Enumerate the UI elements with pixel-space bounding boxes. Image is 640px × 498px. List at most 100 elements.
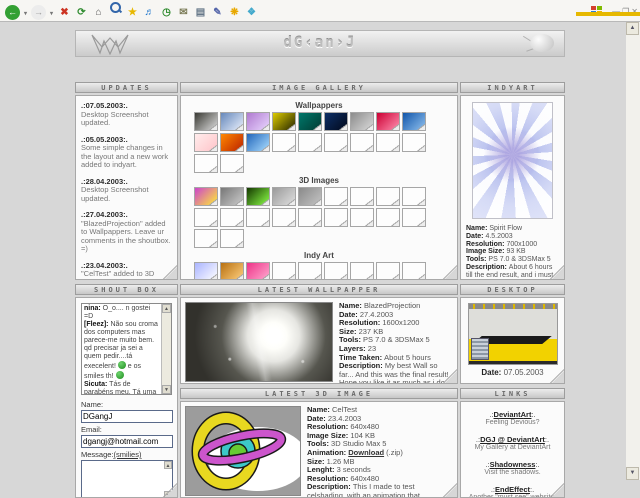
name-input[interactable] [81, 410, 173, 423]
gallery-thumb-empty [376, 262, 400, 279]
field-label: Resolution: [466, 240, 507, 248]
links-panel: LINKS .:DeviantArt:. Feeling Devious? .:DG… [460, 388, 565, 498]
indyart-image[interactable] [472, 102, 553, 219]
update-text: "CelTest" added to 3D Images "CelTest" a… [81, 269, 155, 279]
gallery-thumb[interactable] [246, 187, 270, 206]
link-subtitle: Visit the shadows. [484, 469, 541, 476]
gallery-thumb[interactable] [376, 112, 400, 131]
message-textarea-wrap: ▲ ▼ [81, 460, 173, 497]
shout-scroll-down-icon[interactable]: ▼ [162, 385, 171, 394]
celtest-3d-image[interactable] [185, 406, 301, 496]
update-entry: .:23.04.2003:."CelTest" added to 3D Imag… [81, 261, 172, 279]
media-icon[interactable]: ♬ [142, 5, 157, 20]
gallery-thumb-empty [350, 133, 374, 152]
gallery-thumb-empty [324, 262, 348, 279]
gallery-thumb-empty [194, 154, 218, 173]
stop-icon[interactable]: ✖ [57, 5, 72, 20]
gallery-thumb[interactable] [194, 112, 218, 131]
toolbar-icons: ← ▾ → ▾ ✖ ⟳ ⌂ ★ ♬ ◷ ✉ ▤ ✎ ❋ ❖ [4, 0, 260, 22]
site-header: dG‹an›J [75, 30, 565, 57]
gallery-thumb-empty [376, 187, 400, 206]
gallery-thumb-empty [350, 262, 374, 279]
gallery-thumb[interactable] [220, 262, 244, 279]
gallery-thumb[interactable] [194, 262, 218, 279]
scroll-up-button[interactable]: ▲ [626, 22, 639, 35]
shout-scroll-up-icon[interactable]: ▲ [162, 304, 171, 313]
link-item: .:DGJ @ DeviantArt:. My Gallery at Devian… [463, 435, 562, 451]
link-title: .:EndEffect:. [490, 485, 535, 494]
gallery-thumb[interactable] [194, 187, 218, 206]
shout-messages-box[interactable]: nina: O_o.... n gostei =D [Fleez]: Não so… [81, 303, 172, 395]
email-label: Email: [81, 425, 102, 434]
link-anchor[interactable]: DGJ @ DeviantArt [480, 435, 545, 444]
gallery-thumb[interactable] [220, 187, 244, 206]
forward-dropdown-icon[interactable]: ▾ [48, 7, 55, 22]
shout-form: Name: Email: Message:(smilies) ▲ ▼ post [76, 400, 177, 497]
gallery-thumb[interactable] [272, 187, 296, 206]
textarea-scroll-up-icon[interactable]: ▲ [164, 461, 172, 469]
field-label: Description: [339, 361, 385, 371]
vertical-scrollbar[interactable]: ▲ ▼ [625, 22, 640, 480]
page-background: dG‹an›J UPDATES .:07.05.2003:. Desktop Sc… [0, 22, 626, 498]
link-anchor[interactable]: EndEffect [495, 485, 530, 494]
field-label: Image Size: [466, 248, 507, 256]
field-label: Tools: [466, 256, 489, 264]
gallery-section-label: Wallpappers [295, 101, 343, 110]
shout-scrollbar[interactable]: ▲ ▼ [161, 304, 171, 394]
history-icon[interactable]: ◷ [159, 5, 174, 20]
favorites-icon[interactable]: ★ [125, 5, 140, 20]
gallery-thumb[interactable] [350, 112, 374, 131]
latest-wallpaper-details: Name: BlazedProjection Date: 27.4.2003 Res… [339, 301, 453, 383]
download-link[interactable]: Download [348, 448, 384, 457]
gallery-thumb-empty [194, 208, 218, 227]
print-icon[interactable]: ▤ [193, 5, 208, 20]
gallery-thumb[interactable] [272, 112, 296, 131]
textarea-scroll-down-icon[interactable]: ▼ [164, 491, 172, 497]
gallery-thumb[interactable] [220, 112, 244, 131]
mail-icon[interactable]: ✉ [176, 5, 191, 20]
smilies-link[interactable]: (smilies) [114, 450, 142, 459]
latest-wallpaper-title: LATEST WALLPAPPER [180, 284, 458, 295]
gallery-grid [193, 186, 445, 249]
detail-field: Resolution: 700x1000 [466, 240, 538, 248]
gallery-thumb[interactable] [246, 133, 270, 152]
indyart-panel: INDYART Name: Spirit Flow Date: 4.5.2003 R… [460, 82, 565, 280]
gallery-thumb[interactable] [324, 112, 348, 131]
back-icon[interactable]: ← [5, 4, 20, 20]
latest-wallpaper-image[interactable] [185, 302, 333, 382]
gallery-grid [193, 261, 445, 279]
gallery-thumb-empty [272, 133, 296, 152]
refresh-icon[interactable]: ⟳ [74, 5, 89, 20]
field-label: Description: [466, 263, 509, 271]
desktop-screenshot-thumb[interactable] [467, 303, 558, 365]
desktop-panel: DESKTOP Date: 07.05.2003 [460, 284, 565, 384]
scroll-down-button[interactable]: ▼ [626, 467, 639, 480]
update-entry: .:05.05.2003:. Some simple changes in the… [81, 135, 172, 170]
gallery-thumb-empty [402, 208, 426, 227]
search-icon[interactable] [108, 0, 123, 15]
shout-message: nina: O_o.... n gostei =D [84, 305, 151, 320]
back-dropdown-icon[interactable]: ▾ [22, 7, 29, 22]
gallery-section-label: 3D Images [298, 176, 340, 185]
gallery-thumb-empty [350, 187, 374, 206]
gallery-thumb[interactable] [246, 112, 270, 131]
link-anchor[interactable]: Shadowness [490, 460, 536, 469]
gallery-thumb[interactable] [298, 112, 322, 131]
gallery-thumb[interactable] [402, 112, 426, 131]
link-anchor[interactable]: DeviantArt [494, 410, 532, 419]
gallery-thumb[interactable] [194, 133, 218, 152]
home-icon[interactable]: ⌂ [91, 5, 106, 20]
gallery-thumb-empty [220, 229, 244, 248]
gallery-thumb[interactable] [220, 133, 244, 152]
forward-icon[interactable]: → [31, 4, 46, 20]
gallery-thumb[interactable] [246, 262, 270, 279]
update-entry: .:07.05.2003:. Desktop Screenshot updated… [81, 101, 172, 128]
email-input[interactable] [81, 435, 173, 448]
edit-icon[interactable]: ✎ [210, 5, 225, 20]
gallery-thumb-empty [402, 262, 426, 279]
link-item: .:EndEffect:. Another "must see" website! [463, 485, 562, 497]
gallery-thumb[interactable] [298, 187, 322, 206]
messenger-icon[interactable]: ❋ [227, 5, 242, 20]
msn-icon[interactable]: ❖ [244, 5, 259, 20]
link-title: .:DGJ @ DeviantArt:. [475, 435, 550, 444]
